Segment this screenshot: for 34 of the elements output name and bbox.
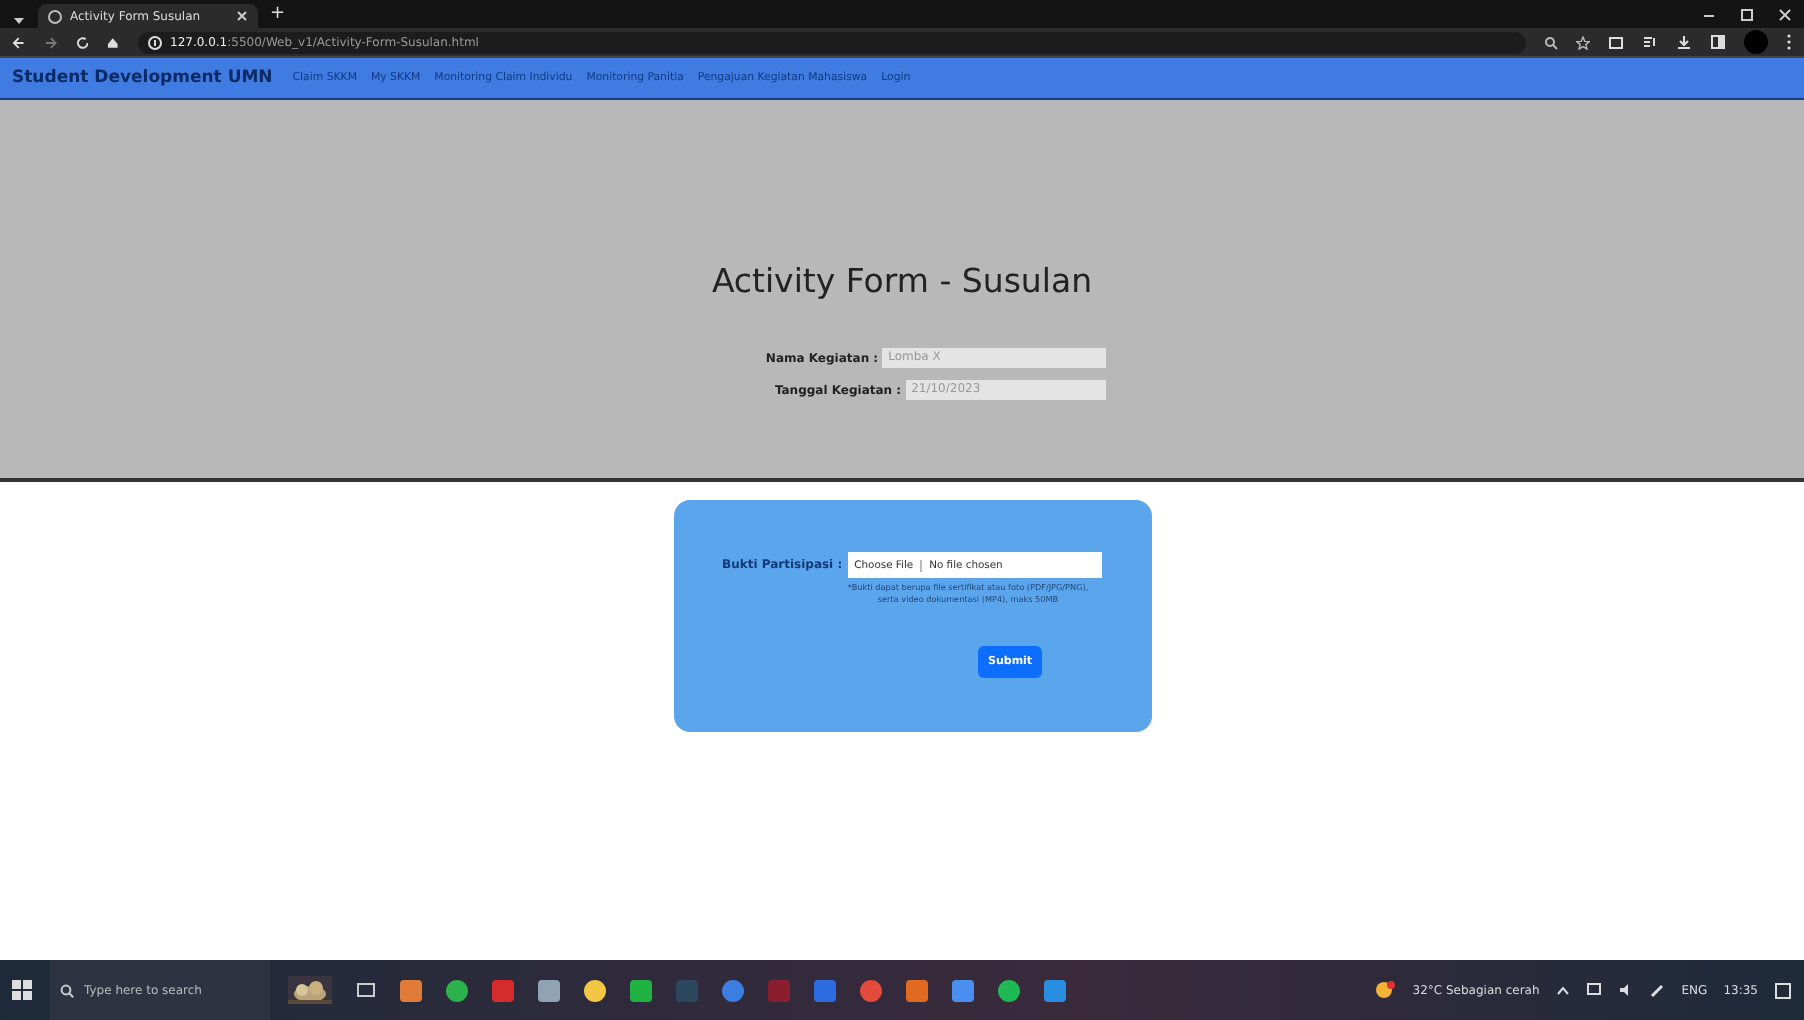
- close-icon[interactable]: [236, 10, 248, 22]
- speaker-icon[interactable]: [1617, 982, 1634, 998]
- app-icon[interactable]: [446, 979, 468, 1001]
- weather-icon[interactable]: [1374, 979, 1397, 1001]
- app-icon[interactable]: [400, 979, 422, 1001]
- home-icon[interactable]: [106, 35, 120, 49]
- forward-icon[interactable]: [43, 35, 57, 49]
- app-icon[interactable]: [584, 979, 606, 1001]
- close-icon[interactable]: [1778, 7, 1792, 21]
- pen-icon[interactable]: [1649, 982, 1666, 998]
- globe-icon: [48, 9, 62, 23]
- maximize-icon[interactable]: [1740, 7, 1754, 21]
- new-tab-button[interactable]: +: [270, 4, 286, 24]
- more-icon[interactable]: [1786, 34, 1793, 50]
- app-icon[interactable]: [1044, 979, 1066, 1001]
- chevron-up-icon[interactable]: [1555, 983, 1570, 997]
- page-title: Activity Form - Susulan: [711, 262, 1093, 300]
- task-view-icon[interactable]: [356, 980, 376, 1000]
- search-icon: [60, 983, 74, 997]
- zoom-icon[interactable]: [1544, 35, 1559, 49]
- app-icon[interactable]: [538, 979, 560, 1001]
- media-icon[interactable]: [1642, 34, 1659, 50]
- back-icon[interactable]: [12, 35, 26, 49]
- brand-link[interactable]: Student Development UMN: [12, 68, 273, 88]
- star-icon[interactable]: [1576, 35, 1591, 49]
- sidebar-icon[interactable]: [1710, 34, 1727, 50]
- app-icon[interactable]: [630, 979, 652, 1001]
- app-icon[interactable]: [952, 979, 974, 1001]
- windows-icon[interactable]: [12, 980, 32, 1000]
- reload-icon[interactable]: [75, 35, 89, 49]
- info-icon: [148, 35, 162, 49]
- download-icon[interactable]: [1676, 34, 1693, 50]
- app-icon[interactable]: [998, 979, 1020, 1001]
- app-icon[interactable]: [906, 979, 928, 1001]
